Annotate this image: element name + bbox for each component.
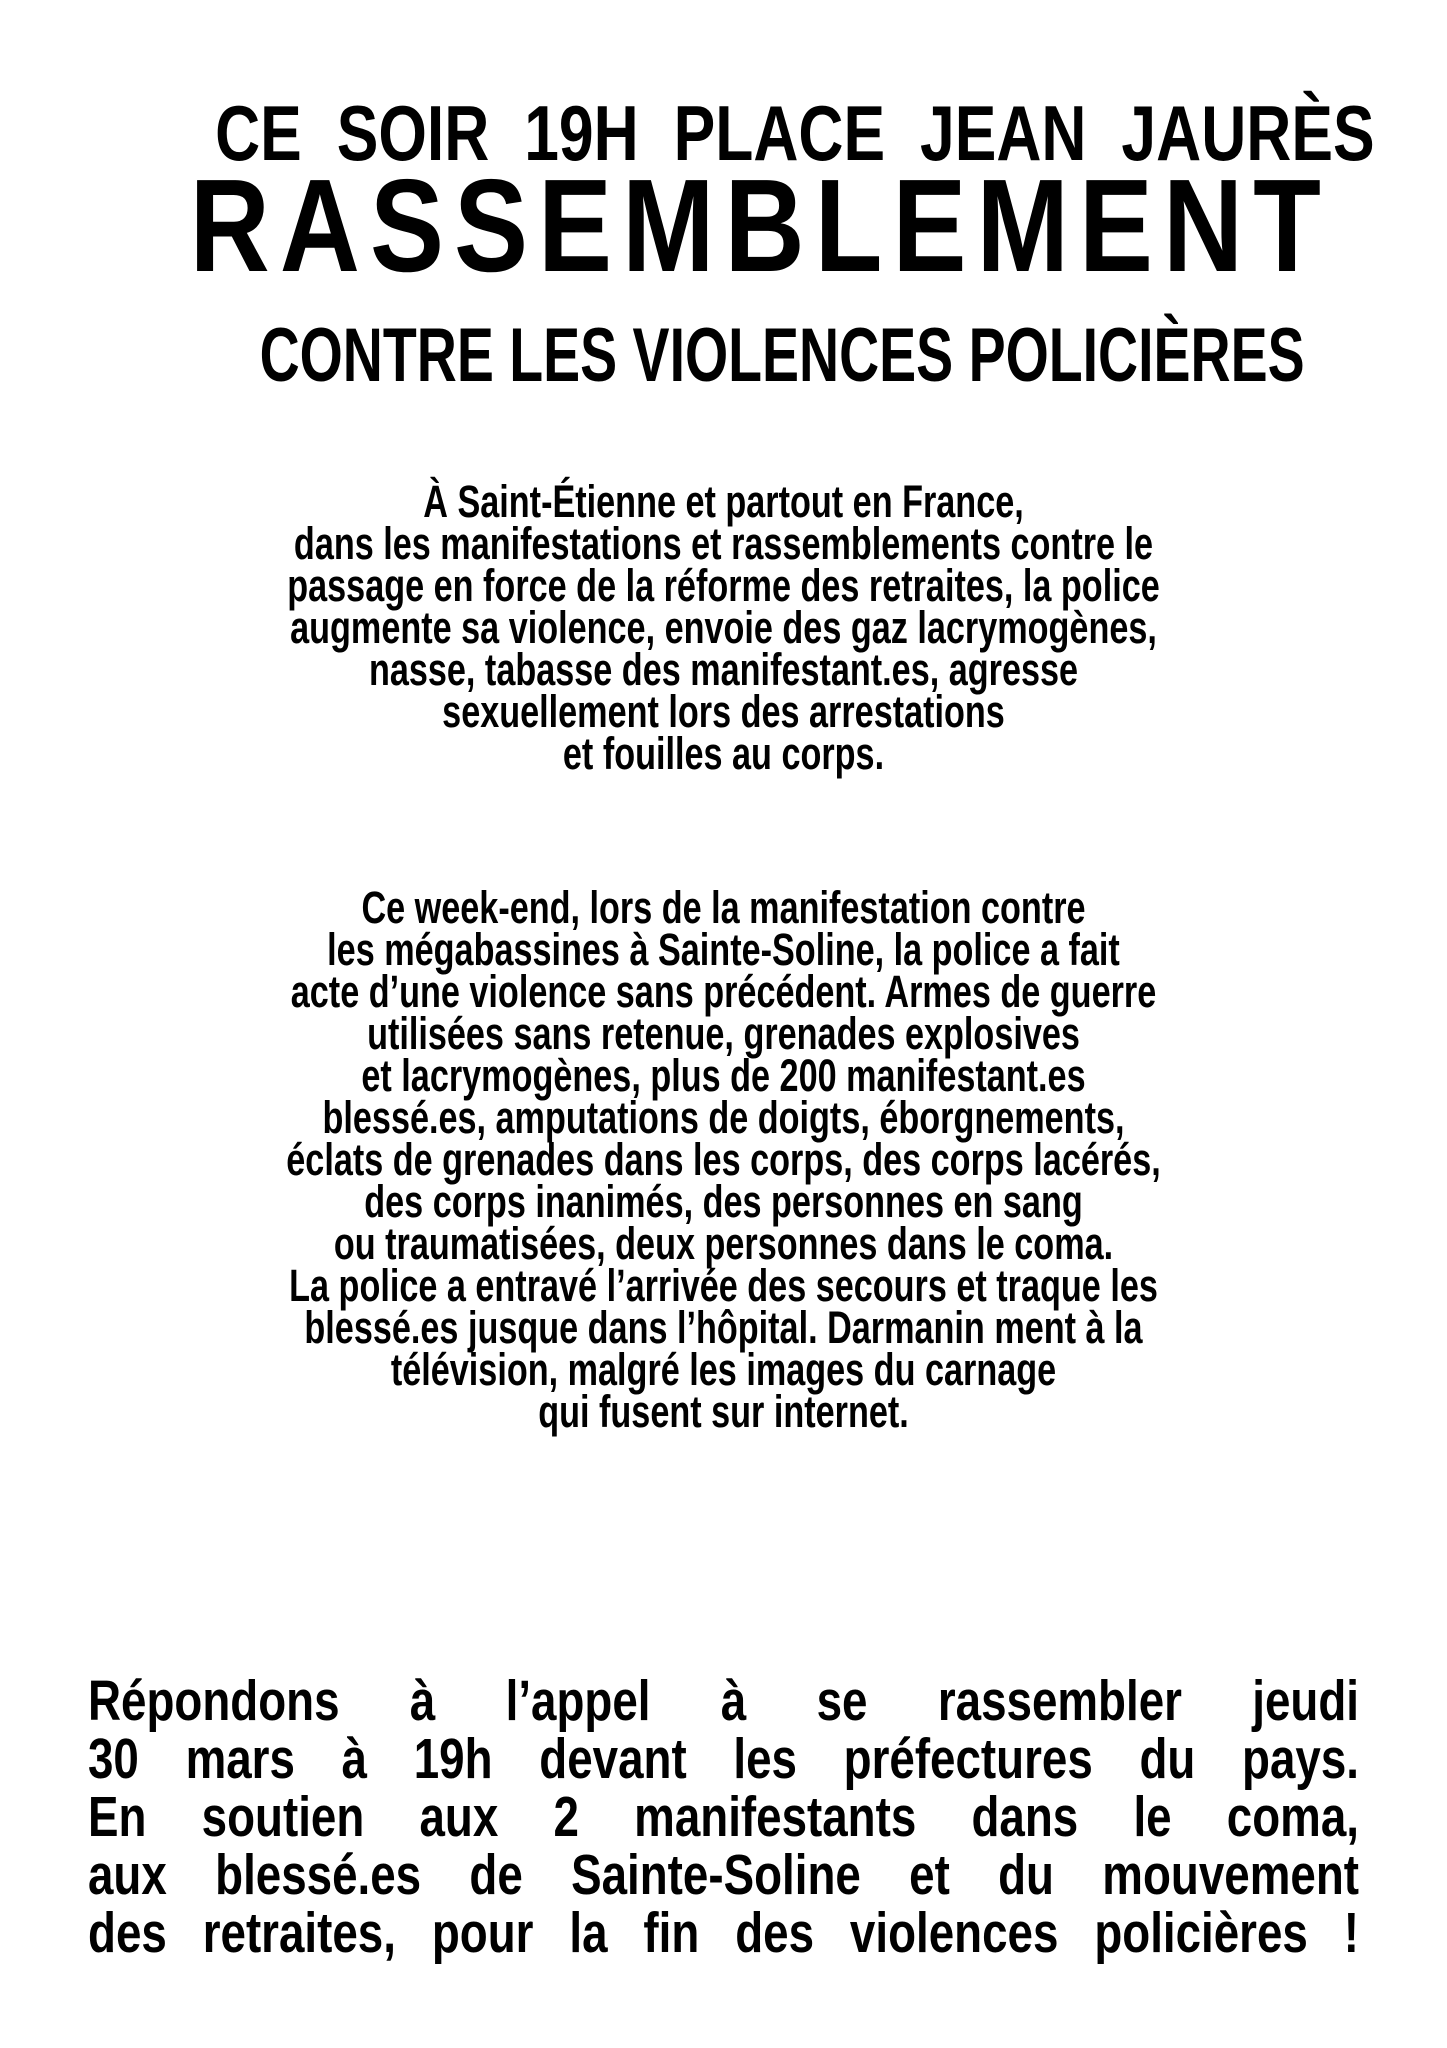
text-line: et lacrymogènes, plus de 200 manifestant… <box>361 1050 1086 1101</box>
poster-subtitle: CONTRE LES VIOLENCES POLICIÈRES <box>259 313 1305 398</box>
text-line: Répondons à l’appel à se rassembler jeud… <box>88 1669 1360 1733</box>
text-line: acte d’une violence sans précédent. Arme… <box>290 966 1157 1017</box>
text-line: qui fusent sur internet. <box>538 1386 909 1437</box>
text-line: sexuellement lors des arrestations <box>442 686 1005 737</box>
text-line: et fouilles au corps. <box>562 728 885 779</box>
poster-title: RASSEMBLEMENT <box>189 152 1331 299</box>
text-line: La police a entravé l’arrivée des secour… <box>289 1260 1158 1311</box>
text-line: blessé.es, amputations de doigts, éborgn… <box>322 1092 1125 1143</box>
text-line: télévision, malgré les images du carnage <box>390 1344 1057 1395</box>
text-line: Ce week-end, lors de la manifestation co… <box>361 882 1086 933</box>
text-line: aux blessé.es de Sainte-Soline et du mou… <box>88 1843 1360 1907</box>
text-line: À Saint-Étienne et partout en France, <box>423 476 1024 527</box>
paragraph-sainte-soline: Ce week-end, lors de la manifestation co… <box>60 882 1387 1437</box>
text-line: dans les manifestations et rassemblement… <box>293 518 1154 569</box>
text-line: En soutien aux 2 manifestants dans le co… <box>88 1785 1360 1849</box>
text-line: utilisées sans retenue, grenades explosi… <box>367 1008 1080 1059</box>
text-line: éclats de grenades dans les corps, des c… <box>286 1134 1161 1185</box>
text-line: blessé.es jusque dans l’hôpital. Darmani… <box>304 1302 1143 1353</box>
text-line: des corps inanimés, des personnes en san… <box>364 1176 1083 1227</box>
text-line: 30 mars à 19h devant les préfectures du … <box>88 1727 1360 1791</box>
text-line: les mégabassines à Sainte-Soline, la pol… <box>327 924 1120 975</box>
tract-poster: CE SOIR 19H PLACE JEAN JAURÈS RASSEMBLEM… <box>0 0 1447 2048</box>
text-line: des retraites, pour la fin des violences… <box>88 1901 1360 1965</box>
text-line: nasse, tabasse des manifestant.es, agres… <box>368 644 1079 695</box>
call-to-action: Répondons à l’appel à se rassembler jeud… <box>88 1672 1359 1962</box>
text-line: ou traumatisées, deux personnes dans le … <box>333 1218 1114 1269</box>
text-line: passage en force de la réforme des retra… <box>287 560 1160 611</box>
paragraph-saint-etienne: À Saint-Étienne et partout en France, da… <box>60 476 1387 779</box>
text-line: augmente sa violence, envoie des gaz lac… <box>290 602 1157 653</box>
